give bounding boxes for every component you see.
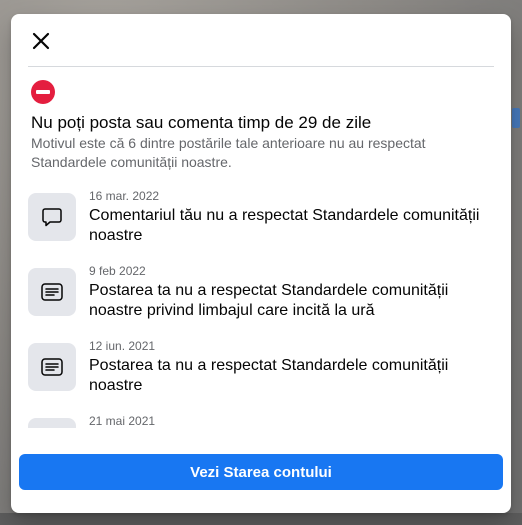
close-icon (32, 32, 50, 50)
post-lines-icon (41, 283, 63, 301)
header-divider (28, 66, 494, 67)
item-date: 12 iun. 2021 (89, 339, 156, 353)
post-lines-icon (41, 358, 63, 376)
view-account-status-button[interactable]: Vezi Starea contului (19, 454, 503, 490)
list-item[interactable]: 16 mar. 2022 Comentariul tău nu a respec… (28, 182, 495, 257)
violations-list[interactable]: 16 mar. 2022 Comentariul tău nu a respec… (28, 182, 495, 428)
list-item[interactable]: 9 feb 2022 Postarea ta nu a respectat St… (28, 257, 495, 332)
item-text: Comentariul tău nu a respectat Standarde… (89, 207, 480, 244)
background-accent (512, 108, 520, 128)
dialog-title: Nu poți posta sau comenta timp de 29 de … (31, 113, 372, 132)
item-text: Postarea ta nu a respectat Standardele c… (89, 357, 449, 394)
comment-bubble-icon (42, 208, 62, 227)
item-icon-box (28, 193, 76, 241)
item-text: Postarea ta nu a respectat Standardele c… (89, 282, 449, 319)
list-item[interactable]: 21 mai 2021 (28, 407, 495, 428)
list-item[interactable]: 12 iun. 2021 Postarea ta nu a respectat … (28, 332, 495, 407)
backdrop-strip (0, 513, 522, 525)
item-icon-box (28, 343, 76, 391)
dialog-subtitle: Motivul este că 6 dintre postările tale … (31, 135, 426, 170)
item-date: 9 feb 2022 (89, 264, 146, 278)
item-icon-box (28, 268, 76, 316)
no-entry-icon (31, 80, 55, 104)
restriction-dialog: Nu poți posta sau comenta timp de 29 de … (11, 14, 511, 513)
close-button[interactable] (26, 26, 56, 56)
item-icon-box (28, 418, 76, 428)
item-date: 21 mai 2021 (89, 414, 156, 428)
item-date: 16 mar. 2022 (89, 189, 160, 203)
